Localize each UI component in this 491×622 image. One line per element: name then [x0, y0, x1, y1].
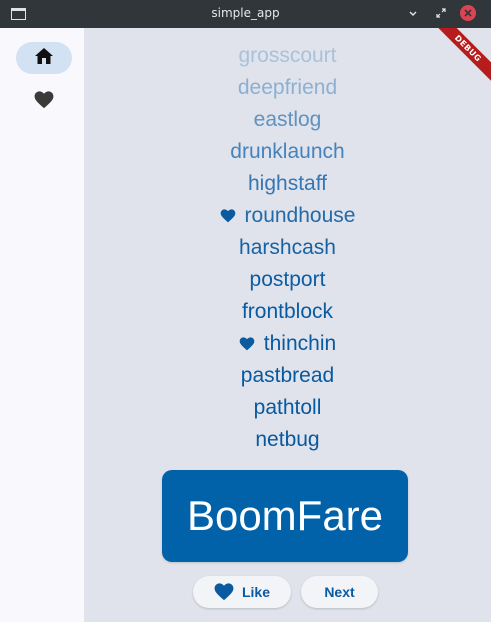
history-item[interactable]: pastbread — [84, 360, 491, 392]
nav-favorites-button[interactable] — [16, 86, 72, 118]
history-item[interactable]: highstaff — [84, 168, 491, 200]
history-item[interactable]: eastlog — [84, 104, 491, 136]
history-word: pathtoll — [253, 396, 322, 419]
history-word: deepfriend — [237, 76, 338, 99]
current-word-card: BoomFare — [162, 470, 408, 562]
history-word: netbug — [255, 428, 320, 451]
history-word: thinchin — [263, 332, 337, 355]
history-item[interactable]: grosscourt — [84, 40, 491, 72]
history-item[interactable]: pathtoll — [84, 392, 491, 424]
history-item[interactable]: frontblock — [84, 296, 491, 328]
next-label: Next — [324, 584, 355, 600]
restore-icon[interactable] — [434, 6, 448, 20]
navigation-rail — [0, 28, 84, 622]
like-label: Like — [241, 584, 270, 600]
history-word: roundhouse — [244, 204, 356, 227]
like-button[interactable]: Like — [193, 576, 291, 608]
history-item[interactable]: roundhouse — [84, 200, 491, 232]
history-item[interactable]: harshcash — [84, 232, 491, 264]
home-icon — [34, 47, 54, 69]
heart-icon — [214, 583, 234, 601]
nav-home-button[interactable] — [16, 42, 72, 74]
history-word: frontblock — [241, 300, 334, 323]
title-bar: simple_app — [0, 0, 491, 29]
history-item[interactable]: drunklaunch — [84, 136, 491, 168]
history-word: grosscourt — [238, 44, 337, 67]
history-word: pastbread — [240, 364, 335, 387]
history-item[interactable]: postport — [84, 264, 491, 296]
history-word: eastlog — [253, 108, 322, 131]
next-button[interactable]: Next — [301, 576, 378, 608]
history-word: postport — [249, 268, 326, 291]
main-content: grosscourt deepfriend eastlog drunklaunch hi… — [84, 28, 491, 622]
history-item[interactable]: thinchin — [84, 328, 491, 360]
history-word: drunklaunch — [230, 140, 345, 163]
history-item[interactable]: netbug — [84, 424, 491, 456]
minimize-icon[interactable] — [406, 6, 420, 20]
app-window: simple_app grosscourt deepfriend eastlog dr… — [0, 0, 491, 622]
heart-icon — [34, 91, 54, 113]
history-word: highstaff — [247, 172, 327, 195]
close-icon[interactable] — [460, 5, 476, 21]
heart-icon — [239, 337, 255, 351]
heart-icon — [220, 209, 236, 223]
history-fade — [84, 28, 491, 38]
history-item[interactable]: deepfriend — [84, 72, 491, 104]
history-list: grosscourt deepfriend eastlog drunklaunch hi… — [84, 28, 491, 466]
current-word: BoomFare — [186, 492, 384, 539]
history-word: harshcash — [239, 236, 336, 259]
